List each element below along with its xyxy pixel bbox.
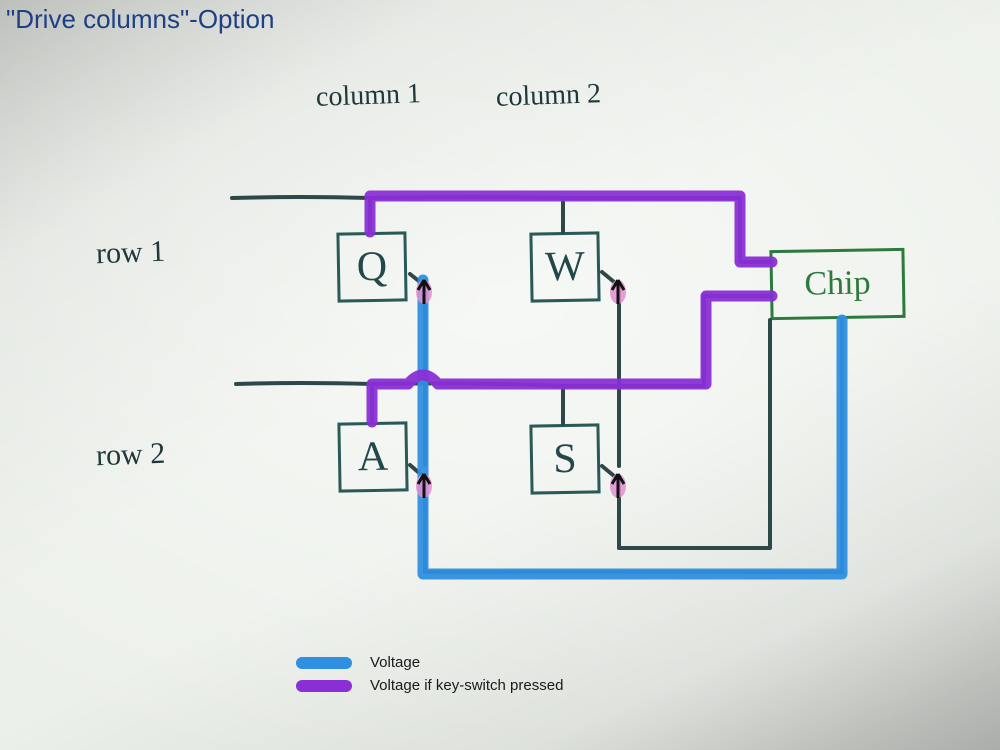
key-s: S [529, 423, 600, 494]
label-row-1: row 1 [95, 235, 165, 271]
legend-swatch-purple [296, 680, 352, 692]
legend-row-voltage: Voltage [296, 654, 563, 671]
chip-box: Chip [769, 248, 905, 320]
legend-swatch-blue [296, 657, 352, 669]
key-q: Q [336, 231, 407, 302]
legend-label-voltage: Voltage [370, 654, 420, 671]
key-w: W [529, 231, 600, 302]
legend-row-voltage-pressed: Voltage if key-switch pressed [296, 677, 563, 694]
label-row-2: row 2 [95, 437, 165, 473]
label-column-1: column 1 [315, 78, 421, 114]
key-a: A [337, 421, 408, 492]
diagram-title: "Drive columns"-Option [6, 4, 274, 35]
label-column-2: column 2 [495, 78, 601, 114]
legend-label-voltage-pressed: Voltage if key-switch pressed [370, 677, 563, 694]
legend: Voltage Voltage if key-switch pressed [296, 648, 563, 700]
